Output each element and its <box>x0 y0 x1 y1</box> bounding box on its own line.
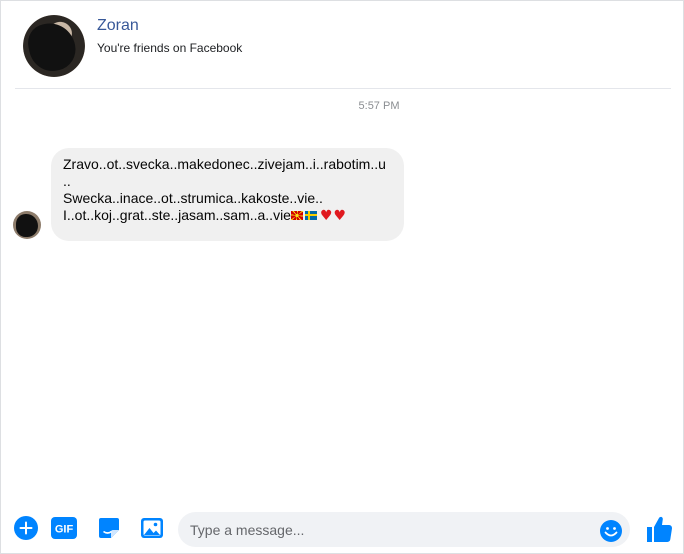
chat-window: Zoran You're friends on Facebook 5:57 PM… <box>0 0 684 554</box>
message-line: I..ot..koj..grat..ste..jasam..sam..a..vi… <box>63 207 392 225</box>
gif-label: GIF <box>55 524 74 536</box>
message-input-container[interactable] <box>178 512 630 547</box>
message-composer: GIF <box>1 507 684 554</box>
conversation-header: Zoran You're friends on Facebook <box>15 11 671 89</box>
sweden-flag-icon <box>304 210 317 220</box>
message-line: Zravo..ot..svecka..makedonec..zivejam..i… <box>63 156 386 172</box>
emoji-icon[interactable] <box>599 519 623 543</box>
sticker-icon[interactable] <box>96 515 122 541</box>
red-heart-icon: ♥ <box>333 208 347 224</box>
message-timestamp: 5:57 PM <box>358 100 400 112</box>
friendship-status: You're friends on Facebook <box>97 41 243 55</box>
message-bubble[interactable]: Zravo..ot..svecka..makedonec..zivejam..i… <box>51 148 404 241</box>
avatar[interactable] <box>23 15 85 77</box>
plus-icon[interactable] <box>13 515 39 541</box>
contact-name[interactable]: Zoran <box>97 17 139 35</box>
red-heart-icon: ♥ <box>319 208 333 224</box>
macedonia-flag-icon <box>290 210 303 220</box>
message-line: Swecka..inace..ot..strumica..kakoste..vi… <box>63 190 323 206</box>
sender-avatar[interactable] <box>13 211 41 239</box>
message-input[interactable] <box>190 512 590 547</box>
thumbs-up-icon[interactable] <box>645 514 673 544</box>
message-text: I..ot..koj..grat..ste..jasam..sam..a..vi… <box>63 207 291 223</box>
image-icon[interactable] <box>139 515 165 541</box>
gif-icon[interactable]: GIF <box>51 515 77 541</box>
message-line: .. <box>63 173 71 189</box>
